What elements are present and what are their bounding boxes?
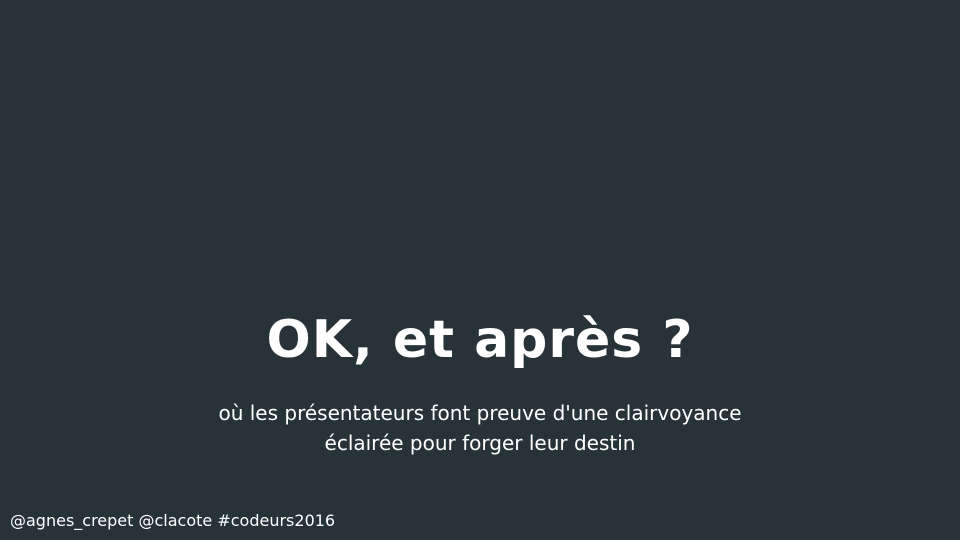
slide: OK, et après ? où les présentateurs font… <box>0 0 960 540</box>
slide-title: OK, et après ? <box>266 310 694 370</box>
footer-handles: @agnes_crepet @clacote #codeurs2016 <box>10 511 336 530</box>
slide-subtitle: où les présentateurs font preuve d'une c… <box>0 398 960 458</box>
subtitle-line-1: où les présentateurs font preuve d'une c… <box>218 401 742 425</box>
subtitle-line-2: éclairée pour forger leur destin <box>324 431 636 455</box>
